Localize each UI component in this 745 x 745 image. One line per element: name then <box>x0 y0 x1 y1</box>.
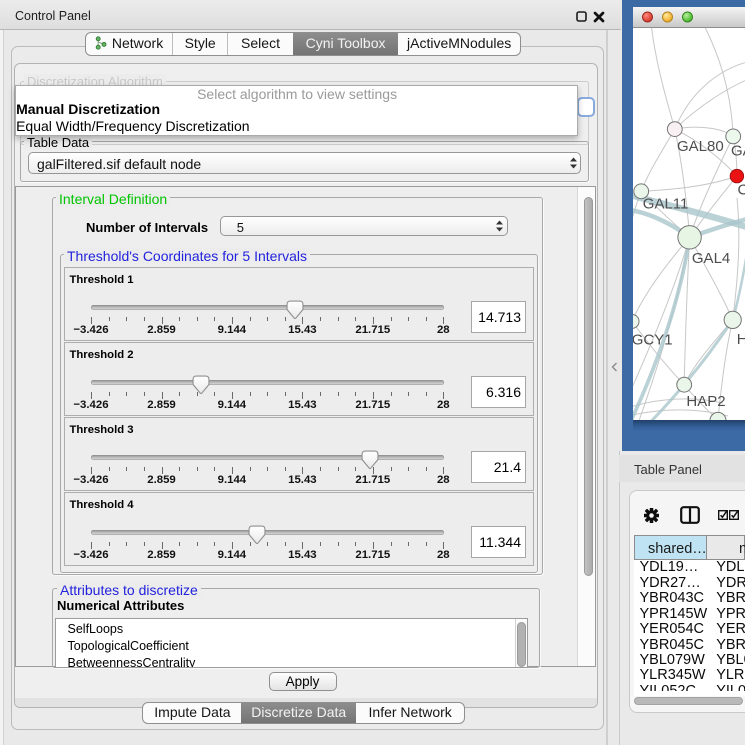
svg-text:C: C <box>738 181 745 198</box>
svg-text:HAP2: HAP2 <box>686 392 725 409</box>
svg-text:H: H <box>737 330 745 347</box>
svg-text:GAL80: GAL80 <box>677 137 724 154</box>
svg-text:GAL4: GAL4 <box>692 249 730 266</box>
svg-text:GA: GA <box>731 142 745 159</box>
svg-text:GCY1: GCY1 <box>633 331 673 348</box>
svg-text:GAL11: GAL11 <box>643 195 689 212</box>
